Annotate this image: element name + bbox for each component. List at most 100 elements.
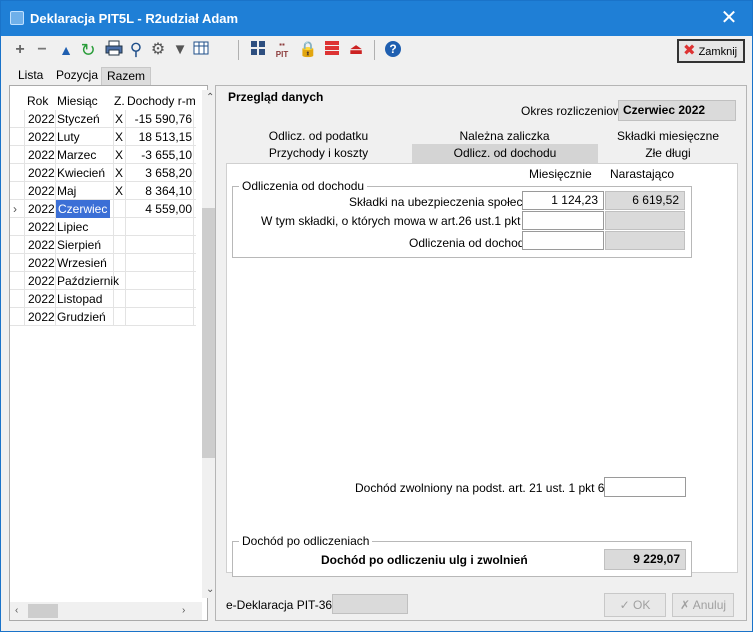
scroll-right-icon[interactable]: › <box>182 605 185 616</box>
pit-icon[interactable]: ▪▪ PIT <box>272 40 292 60</box>
list-icon[interactable] <box>322 40 342 60</box>
cell-year: 2022 <box>28 220 55 234</box>
table-row[interactable]: 2022 Maj X 8 364,10 <box>10 182 196 200</box>
social-insurance-cumulative: 6 619,52 <box>605 191 685 210</box>
grid-divider <box>24 110 25 326</box>
contributions-art26-cumulative <box>605 211 685 230</box>
header-dochody[interactable]: Dochody r-m <box>127 94 196 108</box>
cell-year: 2022 <box>28 148 55 162</box>
minus-icon[interactable]: − <box>32 40 52 60</box>
grid-divider <box>113 110 114 326</box>
cancel-button[interactable]: ✗ Anuluj <box>672 593 734 617</box>
cell-month: Maj <box>57 184 77 198</box>
cell-z: X <box>115 148 124 162</box>
check-icon: ✓ <box>619 598 630 612</box>
subtab-nalezna-zaliczka[interactable]: Należna zaliczka <box>412 128 597 145</box>
table-row[interactable]: 2022 Marzec X -3 655,10 <box>10 146 196 164</box>
app-icon <box>10 11 24 25</box>
deductions-legend: Odliczenia od dochodu <box>239 179 368 193</box>
grid-header: Rok Miesiąc Z. Dochody r-m <box>10 90 200 110</box>
print-icon[interactable] <box>104 40 124 60</box>
cell-month: Październik <box>57 274 120 288</box>
columns-icon[interactable] <box>191 40 211 60</box>
exempt-income-field[interactable] <box>604 477 686 497</box>
scroll-left-icon[interactable]: ‹ <box>15 605 18 616</box>
income-deductions-monthly[interactable] <box>522 231 604 250</box>
plus-icon[interactable]: + <box>10 40 30 60</box>
filter-icon[interactable]: ▼ <box>170 40 190 60</box>
period-label: Okres rozliczeniowy <box>521 104 628 118</box>
cell-month: Luty <box>57 130 80 144</box>
contributions-art26-label: W tym składki, o których mowa w art.26 u… <box>261 214 538 228</box>
grid-divider <box>193 110 194 326</box>
cell-month: Styczeń <box>57 112 100 126</box>
cancel-x-icon: ✗ <box>679 598 691 612</box>
tab-razem[interactable]: Razem <box>101 67 152 85</box>
table-row[interactable]: 2022 Wrzesień <box>10 254 196 272</box>
months-grid: Rok Miesiąc Z. Dochody r-m 2022 Styczeń X -… <box>9 85 218 621</box>
income-deductions-cumulative <box>605 231 685 250</box>
table-row[interactable]: › 2022 Czerwiec 4 559,00 <box>10 200 196 218</box>
cell-z: X <box>115 166 124 180</box>
exempt-income-label: Dochód zwolniony na podst. art. 21 ust. … <box>355 481 618 495</box>
cell-income: 4 559,00 <box>145 202 192 216</box>
income-deductions-label: Odliczenia od dochodu <box>409 236 532 250</box>
cell-year: 2022 <box>28 238 55 252</box>
header-z[interactable]: Z. <box>114 94 125 108</box>
lock-icon[interactable]: 🔒 <box>298 40 318 60</box>
table-row[interactable]: 2022 Listopad <box>10 290 196 308</box>
cell-income: -3 655,10 <box>141 148 192 162</box>
scroll-up-icon[interactable]: ⌃ <box>206 92 214 103</box>
refresh-icon[interactable]: ↻ <box>78 40 98 60</box>
table-row[interactable]: 2022 Grudzień <box>10 308 196 326</box>
cell-year: 2022 <box>28 310 55 324</box>
scroll-thumb[interactable] <box>28 604 58 618</box>
gears-icon[interactable]: ⚙ <box>148 40 168 60</box>
table-row[interactable]: 2022 Styczeń X -15 590,76 <box>10 110 196 128</box>
table-row[interactable]: 2022 Lipiec <box>10 218 196 236</box>
subtab-przychody-i-koszty[interactable]: Przychody i koszty <box>226 145 411 162</box>
cancel-button-label: Anuluj <box>692 598 727 612</box>
subtab-odlicz-od-dochodu[interactable]: Odlicz. od dochodu <box>412 144 598 163</box>
contributions-art26-monthly[interactable] <box>522 211 604 230</box>
close-button[interactable]: ✖ Zamknij <box>677 39 745 63</box>
social-insurance-label: Składki na ubezpieczenia społeczne <box>349 195 542 209</box>
overview-panel: Przegląd danych Okres rozliczeniowy Czer… <box>215 85 747 621</box>
triangle-icon[interactable]: ▲ <box>56 40 76 60</box>
subtab-zle-dlugi[interactable]: Złe długi <box>598 145 738 162</box>
header-miesiac[interactable]: Miesiąc <box>57 94 98 108</box>
cell-income: -15 590,76 <box>134 112 192 126</box>
subtab-odlicz-od-podatku[interactable]: Odlicz. od podatku <box>226 128 411 145</box>
ok-button[interactable]: ✓ OK <box>604 593 666 617</box>
cell-income: 3 658,20 <box>145 166 192 180</box>
tab-pozycja[interactable]: Pozycja <box>51 67 103 85</box>
col-cumulative-header: Narastająco <box>610 167 675 181</box>
table-row[interactable]: 2022 Luty X 18 513,15 <box>10 128 196 146</box>
current-row-marker-icon: › <box>13 202 17 216</box>
toolbar-separator <box>238 40 239 60</box>
calc-icon[interactable] <box>248 40 268 60</box>
svg-text:?: ? <box>389 42 396 56</box>
table-row[interactable]: 2022 Październik <box>10 272 196 290</box>
cell-year: 2022 <box>28 166 55 180</box>
stamp-icon[interactable]: ⏏ <box>346 40 366 60</box>
ok-button-label: OK <box>633 598 651 612</box>
close-window-button[interactable]: ✕ <box>706 1 752 36</box>
help-icon[interactable]: ? <box>383 40 403 60</box>
header-rok[interactable]: Rok <box>27 94 48 108</box>
cell-month: Marzec <box>57 148 97 162</box>
toolbar: + − ▲ ↻ ⚲ ⚙ ▼ ▪▪ PIT 🔒 ⏏ ? <box>1 36 752 64</box>
search-icon[interactable]: ⚲ <box>126 40 146 60</box>
subtab-skladki-miesieczne[interactable]: Składki miesięczne <box>598 128 738 145</box>
table-row[interactable]: 2022 Sierpień <box>10 236 196 254</box>
cell-year: 2022 <box>28 256 55 270</box>
cell-income: 8 364,10 <box>145 184 192 198</box>
cell-income: 18 513,15 <box>138 130 192 144</box>
horizontal-scrollbar[interactable]: ‹ › <box>10 602 202 620</box>
table-row[interactable]: 2022 Kwiecień X 3 658,20 <box>10 164 196 182</box>
cell-year: 2022 <box>28 202 55 216</box>
scroll-down-icon[interactable]: ⌄ <box>206 584 214 595</box>
tab-lista[interactable]: Lista <box>13 67 48 85</box>
social-insurance-monthly[interactable]: 1 124,23 <box>522 191 604 210</box>
cell-month: Sierpień <box>57 238 102 252</box>
